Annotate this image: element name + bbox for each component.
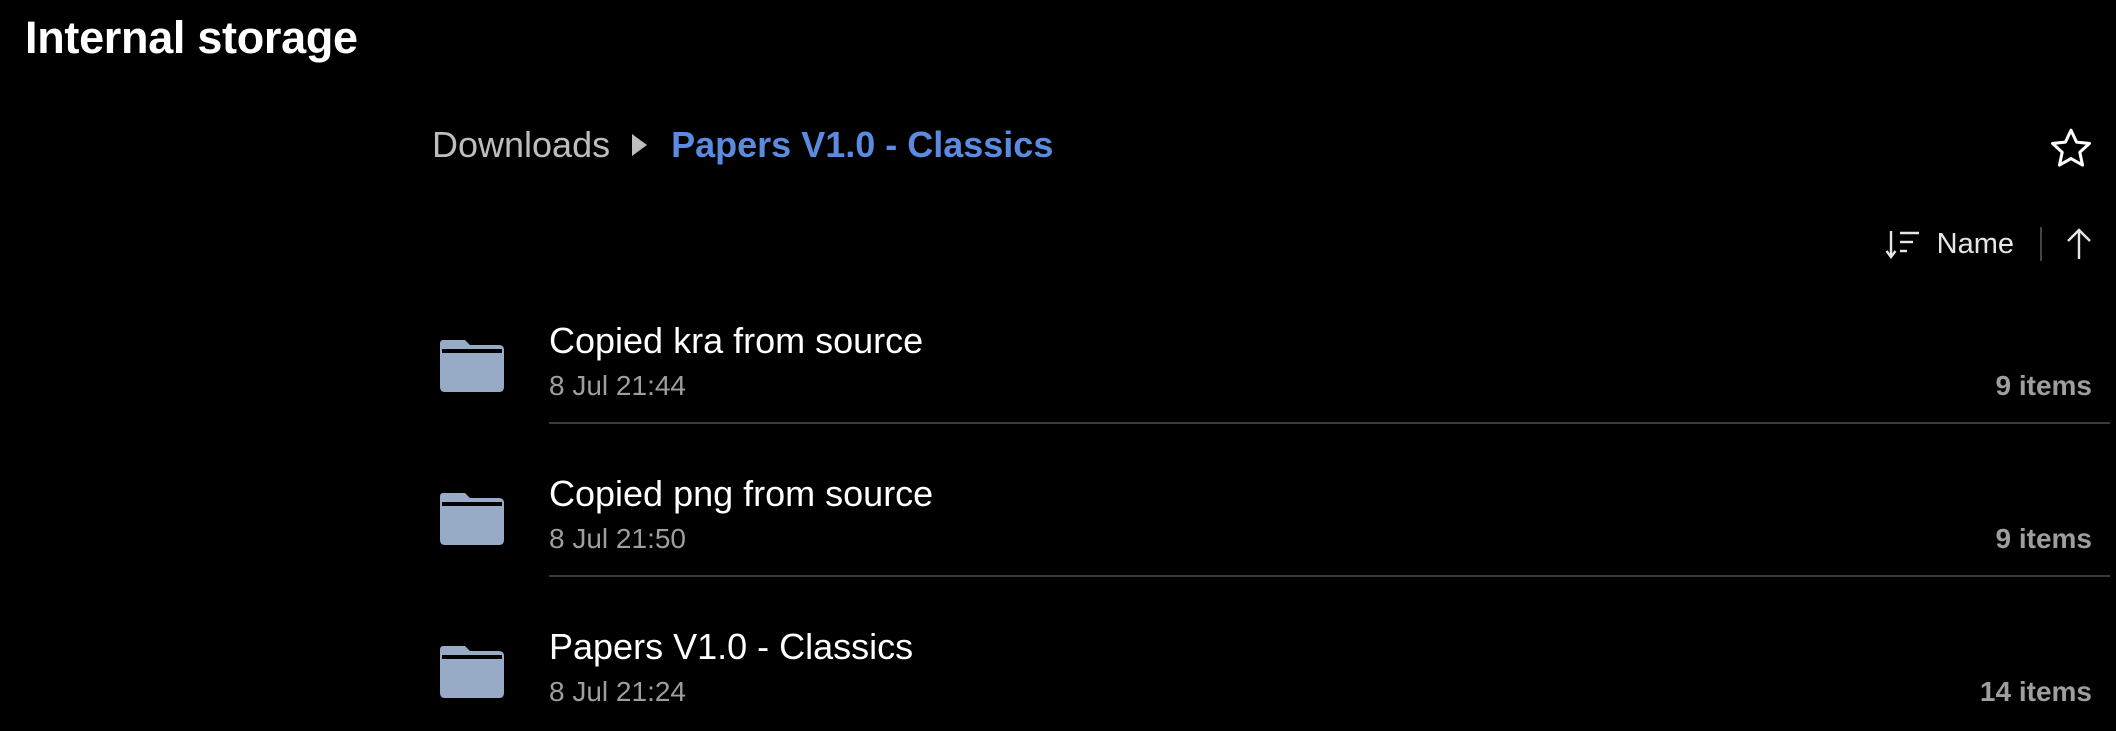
folder-icon <box>440 646 504 698</box>
list-item[interactable]: Copied png from source 8 Jul 21:50 9 ite… <box>430 463 2110 615</box>
file-date: 8 Jul 21:24 <box>549 676 686 707</box>
folder-icon <box>440 340 504 392</box>
file-manager-screen: Internal storage Downloads Papers V1.0 -… <box>0 0 2116 731</box>
sort-icon <box>1885 231 1919 259</box>
breadcrumb-separator-icon <box>632 134 648 156</box>
sort-label: Name <box>1936 227 2014 260</box>
list-item[interactable]: Copied kra from source 8 Jul 21:44 9 ite… <box>430 310 2110 462</box>
file-name: Copied png from source <box>549 473 934 514</box>
sort-by-button[interactable]: Name <box>1885 227 2014 261</box>
list-item[interactable]: Papers V1.0 - Classics 8 Jul 21:24 14 it… <box>430 616 2110 731</box>
folder-icon <box>440 493 504 545</box>
file-date: 8 Jul 21:50 <box>549 523 686 554</box>
file-name: Papers V1.0 - Classics <box>549 626 914 667</box>
row-divider <box>549 422 2110 424</box>
favorite-button[interactable] <box>2048 126 2094 172</box>
breadcrumb-item-downloads[interactable]: Downloads <box>432 124 610 166</box>
item-count: 9 items <box>1995 370 2093 401</box>
file-name: Copied kra from source <box>549 320 924 361</box>
sort-divider <box>2040 227 2042 261</box>
breadcrumb-item-current[interactable]: Papers V1.0 - Classics <box>671 124 1053 166</box>
row-divider <box>549 575 2110 577</box>
page-title: Internal storage <box>25 12 358 63</box>
breadcrumb: Downloads Papers V1.0 - Classics <box>432 124 1053 166</box>
sort-direction-button[interactable] <box>2062 226 2096 262</box>
sort-bar: Name <box>1885 222 2096 266</box>
file-date: 8 Jul 21:44 <box>549 370 686 401</box>
item-count: 14 items <box>1979 676 2092 707</box>
arrow-up-icon <box>2067 228 2091 259</box>
star-icon <box>2051 128 2091 167</box>
item-count: 9 items <box>1995 523 2093 554</box>
